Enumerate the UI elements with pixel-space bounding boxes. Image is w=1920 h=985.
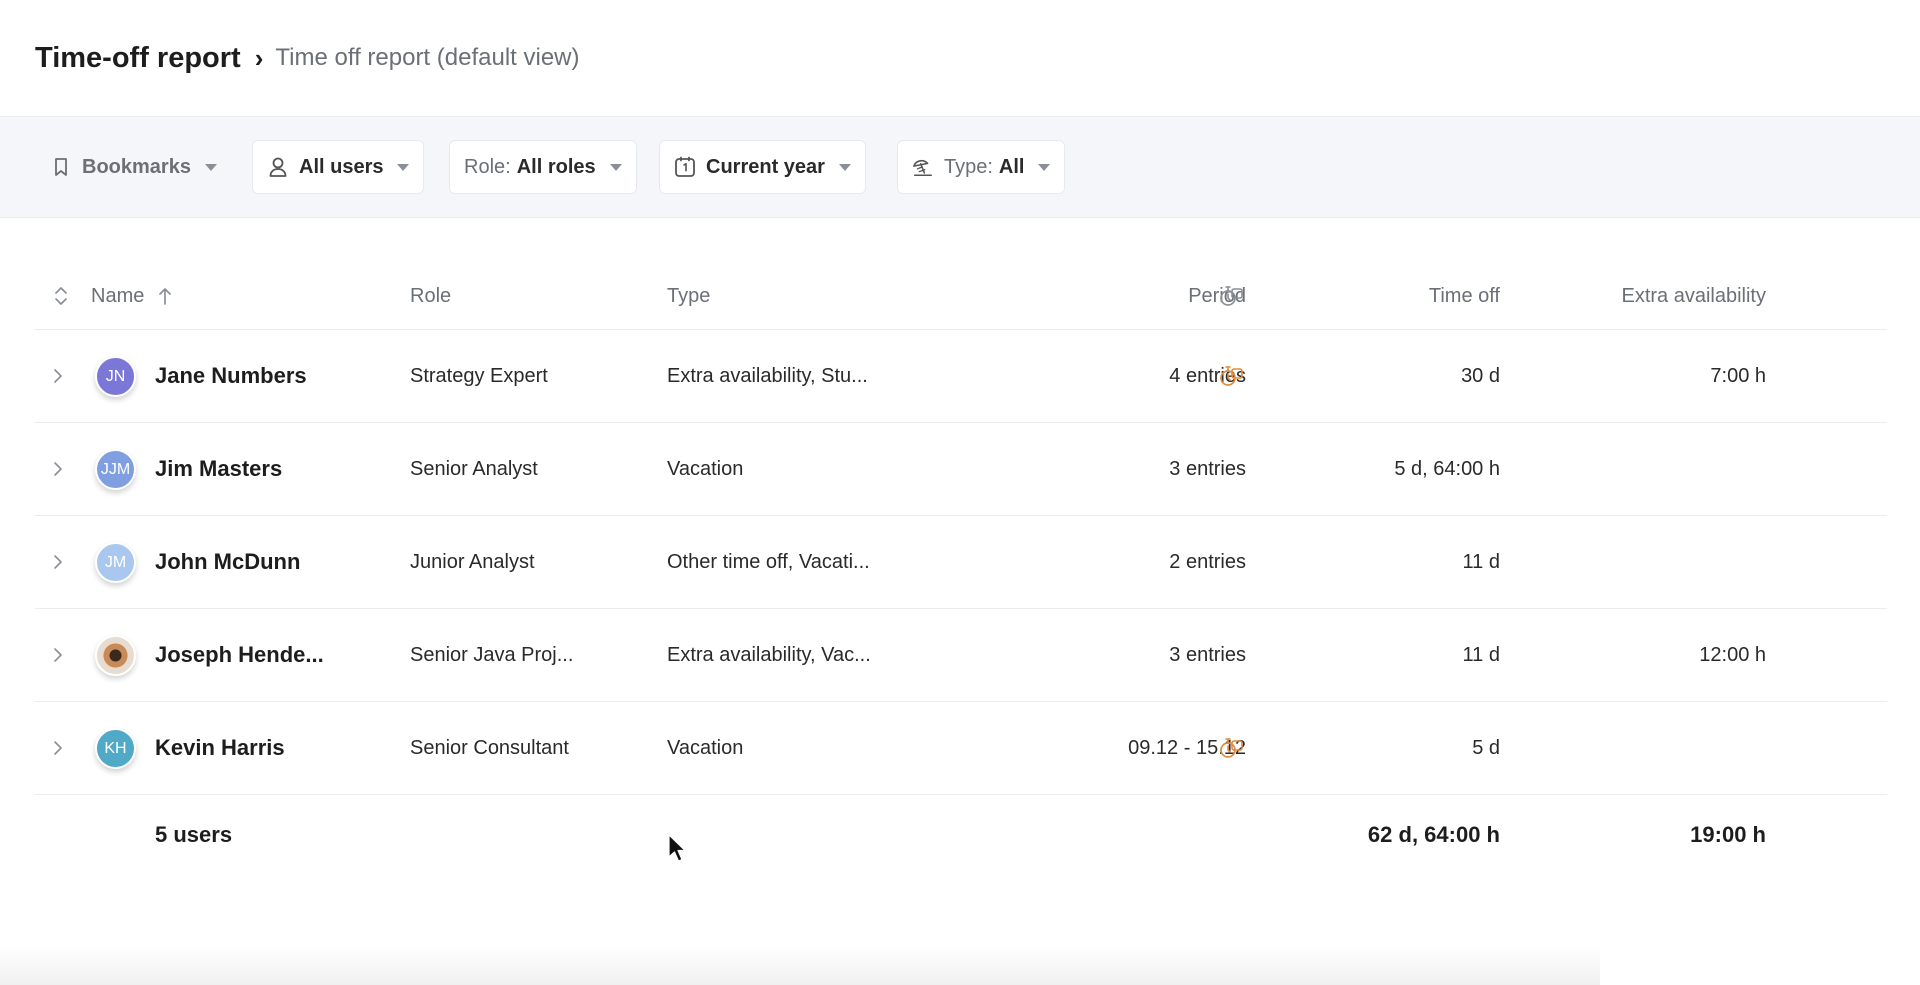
- time-off-table: Name Role Type Period Time off Extra ava…: [35, 262, 1887, 875]
- avatar: JM: [95, 542, 136, 583]
- type-filter[interactable]: Type: All: [897, 140, 1066, 194]
- sort-ascending-icon: [158, 286, 172, 306]
- stopwatch-icon: [1218, 702, 1244, 794]
- role-filter-value: All roles: [516, 155, 596, 178]
- bookmarks-dropdown[interactable]: Bookmarks: [36, 140, 231, 194]
- bookmarks-label: Bookmarks: [82, 155, 191, 178]
- expand-chevron-icon[interactable]: [53, 423, 63, 515]
- table-footer: 5 users 62 d, 64:00 h 19:00 h: [35, 795, 1887, 875]
- table-row[interactable]: Joseph Hende... Senior Java Proj... Extr…: [35, 609, 1887, 702]
- time-off-type: Extra availability, Vac...: [667, 643, 871, 666]
- table-row[interactable]: JN Jane Numbers Strategy Expert Extra av…: [35, 330, 1887, 423]
- bookmark-icon: [50, 156, 72, 178]
- users-filter-value: All users: [299, 155, 384, 178]
- chevron-down-icon: [609, 163, 622, 171]
- user-role: Strategy Expert: [410, 364, 548, 387]
- avatar: KH: [95, 728, 136, 769]
- chevron-down-icon: [1038, 163, 1051, 171]
- table-row[interactable]: JM John McDunn Junior Analyst Other time…: [35, 516, 1887, 609]
- expand-chevron-icon[interactable]: [53, 609, 63, 701]
- column-header-time-off[interactable]: Time off: [1429, 262, 1500, 330]
- period: 2 entries: [1169, 550, 1246, 573]
- period: 3 entries: [1169, 457, 1246, 480]
- chevron-down-icon: [838, 163, 851, 171]
- expand-chevron-icon[interactable]: [53, 330, 63, 422]
- beach-umbrella-icon: [912, 156, 934, 178]
- user-role: Senior Analyst: [410, 457, 538, 480]
- column-header-role[interactable]: Role: [410, 262, 451, 330]
- column-header-name-label: Name: [91, 284, 145, 307]
- user-icon: [267, 156, 289, 178]
- page-header: Time-off report › Time off report (defau…: [0, 0, 1920, 116]
- time-off-total: 62 d, 64:00 h: [1367, 822, 1500, 847]
- role-filter-prefix: Role:: [464, 155, 511, 178]
- time-off-value: 30 d: [1461, 364, 1500, 387]
- page-title[interactable]: Time-off report: [35, 42, 241, 75]
- column-header-stopwatch-icon[interactable]: [1218, 262, 1244, 330]
- avatar: JJM: [95, 449, 136, 490]
- type-filter-value: All: [998, 155, 1025, 178]
- user-role: Senior Java Proj...: [410, 643, 574, 666]
- time-off-type: Vacation: [667, 457, 744, 480]
- extra-availability-value: 12:00 h: [1699, 643, 1766, 666]
- column-header-type[interactable]: Type: [667, 262, 710, 330]
- time-off-type: Extra availability, Stu...: [667, 364, 868, 387]
- view-name[interactable]: Time off report (default view): [275, 44, 579, 72]
- period: 3 entries: [1169, 643, 1246, 666]
- user-role: Junior Analyst: [410, 550, 535, 573]
- time-off-value: 11 d: [1462, 550, 1500, 573]
- user-name: Jim Masters: [155, 456, 283, 481]
- user-role: Senior Consultant: [410, 736, 569, 759]
- table-header: Name Role Type Period Time off Extra ava…: [35, 262, 1887, 330]
- type-filter-prefix: Type:: [944, 155, 993, 178]
- bottom-shadow: [0, 945, 1600, 985]
- role-filter[interactable]: Role: All roles: [449, 140, 637, 194]
- calendar-icon: [674, 156, 696, 178]
- time-off-type: Other time off, Vacati...: [667, 550, 870, 573]
- user-name: John McDunn: [155, 549, 301, 574]
- period-filter[interactable]: Current year: [659, 140, 866, 194]
- extra-availability-value: 7:00 h: [1710, 364, 1766, 387]
- time-off-value: 11 d: [1462, 643, 1500, 666]
- time-off-value: 5 d: [1472, 736, 1500, 759]
- period-filter-value: Current year: [706, 155, 825, 178]
- extra-availability-total: 19:00 h: [1690, 822, 1766, 847]
- filter-bar: Bookmarks All users Role: All roles Curr…: [0, 116, 1920, 218]
- expand-chevron-icon[interactable]: [53, 702, 63, 794]
- stopwatch-icon: [1218, 330, 1244, 422]
- column-header-extra-availability[interactable]: Extra availability: [1621, 262, 1766, 330]
- time-off-value: 5 d, 64:00 h: [1394, 457, 1500, 480]
- avatar-photo: [95, 635, 136, 676]
- time-off-type: Vacation: [667, 736, 744, 759]
- table-row[interactable]: KH Kevin Harris Senior Consultant Vacati…: [35, 702, 1887, 795]
- table-row[interactable]: JJM Jim Masters Senior Analyst Vacation …: [35, 423, 1887, 516]
- users-filter[interactable]: All users: [252, 140, 425, 194]
- breadcrumb-separator: ›: [254, 42, 264, 73]
- user-count: 5 users: [155, 822, 233, 847]
- chevron-down-icon: [204, 163, 217, 171]
- avatar: JN: [95, 356, 136, 397]
- expand-chevron-icon[interactable]: [53, 516, 63, 608]
- column-header-name[interactable]: Name: [91, 262, 172, 330]
- chevron-down-icon: [397, 163, 410, 171]
- user-name: Joseph Hende...: [155, 642, 324, 667]
- user-name: Jane Numbers: [155, 363, 307, 388]
- user-name: Kevin Harris: [155, 735, 285, 760]
- mouse-cursor-icon: [668, 834, 686, 867]
- sort-toggle-icon[interactable]: [53, 262, 69, 330]
